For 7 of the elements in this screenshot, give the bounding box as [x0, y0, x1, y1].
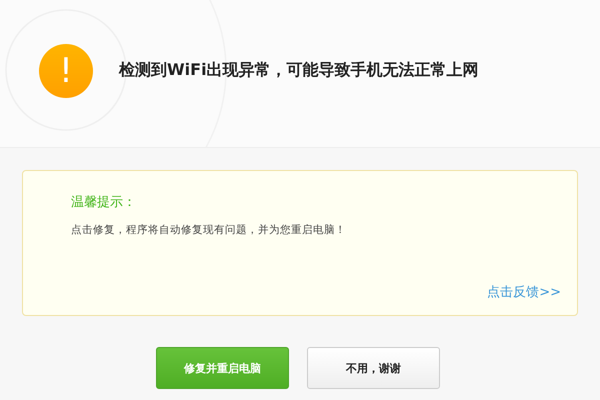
notice-title: 温馨提示： [71, 194, 137, 211]
notice-text: 点击修复，程序将自动修复现有问题，并为您重启电脑！ [71, 223, 347, 237]
decline-button[interactable]: 不用，谢谢 [307, 347, 440, 389]
alert-message: 检测到WiFi出现异常，可能导致手机无法正常上网 [119, 60, 479, 81]
feedback-link[interactable]: 点击反馈>> [487, 283, 561, 301]
warning-icon: ! [39, 44, 93, 98]
repair-button[interactable]: 修复并重启电脑 [156, 347, 289, 389]
